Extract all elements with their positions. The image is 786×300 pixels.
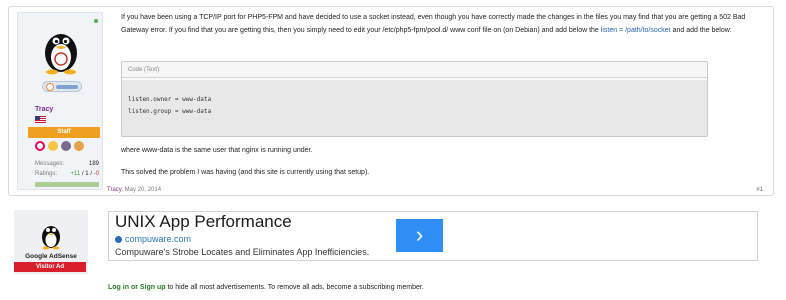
ad-avatar [42, 226, 60, 250]
ad-chevron-right-icon[interactable]: › [396, 219, 443, 252]
post-paragraph-2: where www-data is the same user that ngi… [121, 147, 313, 154]
debian-trophy-icon[interactable] [35, 141, 45, 151]
ratings-minus: -0 [93, 171, 99, 177]
signup-notice: Log in or Sign up to hide all most adver… [108, 284, 424, 291]
post-author-link[interactable]: Tracy [107, 187, 121, 193]
rank-icon [46, 83, 54, 91]
rank-badge [42, 81, 82, 92]
code-block: Code (Text): listen.owner = www-data lis… [121, 61, 708, 137]
ratings-plus: +11 [70, 171, 81, 177]
post-meta: Tracy, May 20, 2014 [107, 187, 161, 193]
creature-trophy-icon[interactable] [61, 141, 71, 151]
cat-trophy-icon[interactable] [74, 141, 84, 151]
code-content[interactable]: listen.owner = www-data listen.group = w… [122, 80, 707, 136]
ad-username: Google AdSense [25, 253, 77, 260]
username[interactable]: Tracy [35, 106, 53, 113]
ad-description: Compuware's Strobe Locates and Eliminate… [115, 247, 370, 257]
forum-post: Tracy Staff Messages: 189 Ratings: +11 /… [8, 6, 774, 196]
post-paragraph-1: If you have been using a TCP/IP port for… [121, 14, 746, 34]
reputation-bar [35, 182, 99, 187]
code-line-1: listen.owner = www-data [128, 96, 212, 103]
ratings-label: Ratings: [35, 171, 58, 177]
advertisement[interactable]: UNIX App Performance compuware.com Compu… [108, 211, 758, 261]
ratings-neutral: 1 [85, 171, 89, 177]
messages-stat: Messages: 189 [35, 159, 99, 169]
trophy-list [35, 141, 84, 151]
code-header: Code (Text): [122, 62, 707, 78]
post-date[interactable]: , May 20, 2014 [121, 187, 161, 193]
ad-url[interactable]: compuware.com [115, 234, 191, 244]
ad-site-icon [115, 235, 122, 243]
online-status-icon [94, 19, 98, 23]
user-stats: Messages: 189 Ratings: +11 / 1 / -0 [35, 159, 99, 179]
ratings-values: +11 / 1 / -0 [70, 171, 99, 177]
smiley-trophy-icon[interactable] [48, 141, 58, 151]
staff-banner: Staff [28, 127, 100, 138]
post-message: If you have been using a TCP/IP port for… [121, 11, 769, 37]
avatar[interactable] [35, 23, 87, 75]
rank-bar [56, 85, 78, 89]
visitor-ad-banner: Visitor Ad [14, 262, 86, 272]
code-line-2: listen.group = www-data [128, 108, 212, 115]
post-permalink[interactable]: #1 [756, 187, 763, 193]
post-user-panel: Tracy Staff Messages: 189 Ratings: +11 /… [17, 12, 103, 190]
ad-title[interactable]: UNIX App Performance [115, 212, 292, 232]
ratings-stat: Ratings: +11 / 1 / -0 [35, 169, 99, 179]
listen-socket-link[interactable]: listen = /path/to/socket [601, 27, 671, 34]
us-flag-icon [35, 116, 46, 123]
post-paragraph-3: This solved the problem I was having (an… [121, 169, 370, 176]
login-signup-link[interactable]: Log in or Sign up [108, 284, 166, 291]
messages-value: 189 [88, 161, 99, 167]
messages-label: Messages: [35, 161, 65, 167]
